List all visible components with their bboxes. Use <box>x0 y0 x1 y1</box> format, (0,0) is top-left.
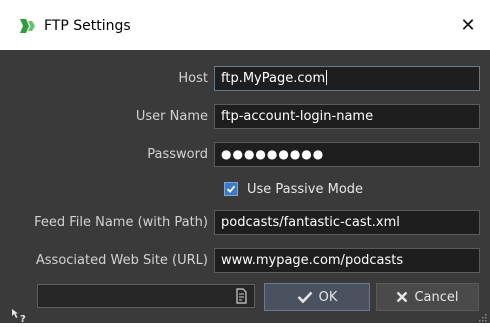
check-icon <box>297 291 313 304</box>
app-logo-icon <box>18 17 38 35</box>
username-label: User Name <box>135 109 208 124</box>
host-value: ftp.MyPage.com <box>221 71 326 86</box>
password-input[interactable]: ●●●●●●●●● <box>214 142 480 167</box>
dialog-body: Host ftp.MyPage.com User Name ftp-accoun… <box>0 50 490 325</box>
ftp-settings-dialog: FTP Settings ✕ Host ftp.MyPage.com User … <box>0 0 490 325</box>
title-bar[interactable]: FTP Settings ✕ <box>0 0 490 50</box>
close-button[interactable]: ✕ <box>446 0 490 50</box>
password-label: Password <box>147 147 208 162</box>
feed-file-value: podcasts/fantastic-cast.xml <box>221 215 400 230</box>
checkmark-icon <box>226 185 236 193</box>
ok-button[interactable]: OK <box>264 283 370 311</box>
ok-label: OK <box>318 289 338 305</box>
resize-grip-icon[interactable] <box>478 311 487 322</box>
website-label: Associated Web Site (URL) <box>35 253 208 268</box>
passive-mode-checkbox[interactable] <box>224 182 238 196</box>
passive-mode-option[interactable]: Use Passive Mode <box>224 180 363 198</box>
username-input[interactable]: ftp-account-login-name <box>214 104 480 129</box>
host-label: Host <box>178 71 208 86</box>
feed-file-input[interactable]: podcasts/fantastic-cast.xml <box>214 210 480 235</box>
username-value: ftp-account-login-name <box>221 109 374 124</box>
host-input[interactable]: ftp.MyPage.com <box>214 66 480 91</box>
cancel-label: Cancel <box>414 289 459 305</box>
svg-text:?: ? <box>20 314 26 323</box>
close-icon: ✕ <box>460 14 476 36</box>
whats-this-help-icon[interactable]: ? <box>10 307 30 325</box>
website-input[interactable]: www.mypage.com/podcasts <box>214 248 480 273</box>
cancel-x-icon <box>397 291 408 303</box>
cancel-button[interactable]: Cancel <box>376 283 479 311</box>
preset-path-input[interactable] <box>37 284 255 308</box>
file-browse-icon[interactable] <box>234 288 248 304</box>
window-title: FTP Settings <box>44 18 131 34</box>
website-value: www.mypage.com/podcasts <box>221 253 404 268</box>
feed-file-label: Feed File Name (with Path) <box>34 215 208 230</box>
password-value: ●●●●●●●●● <box>221 147 325 161</box>
text-caret <box>326 70 328 85</box>
passive-mode-label: Use Passive Mode <box>247 181 364 197</box>
